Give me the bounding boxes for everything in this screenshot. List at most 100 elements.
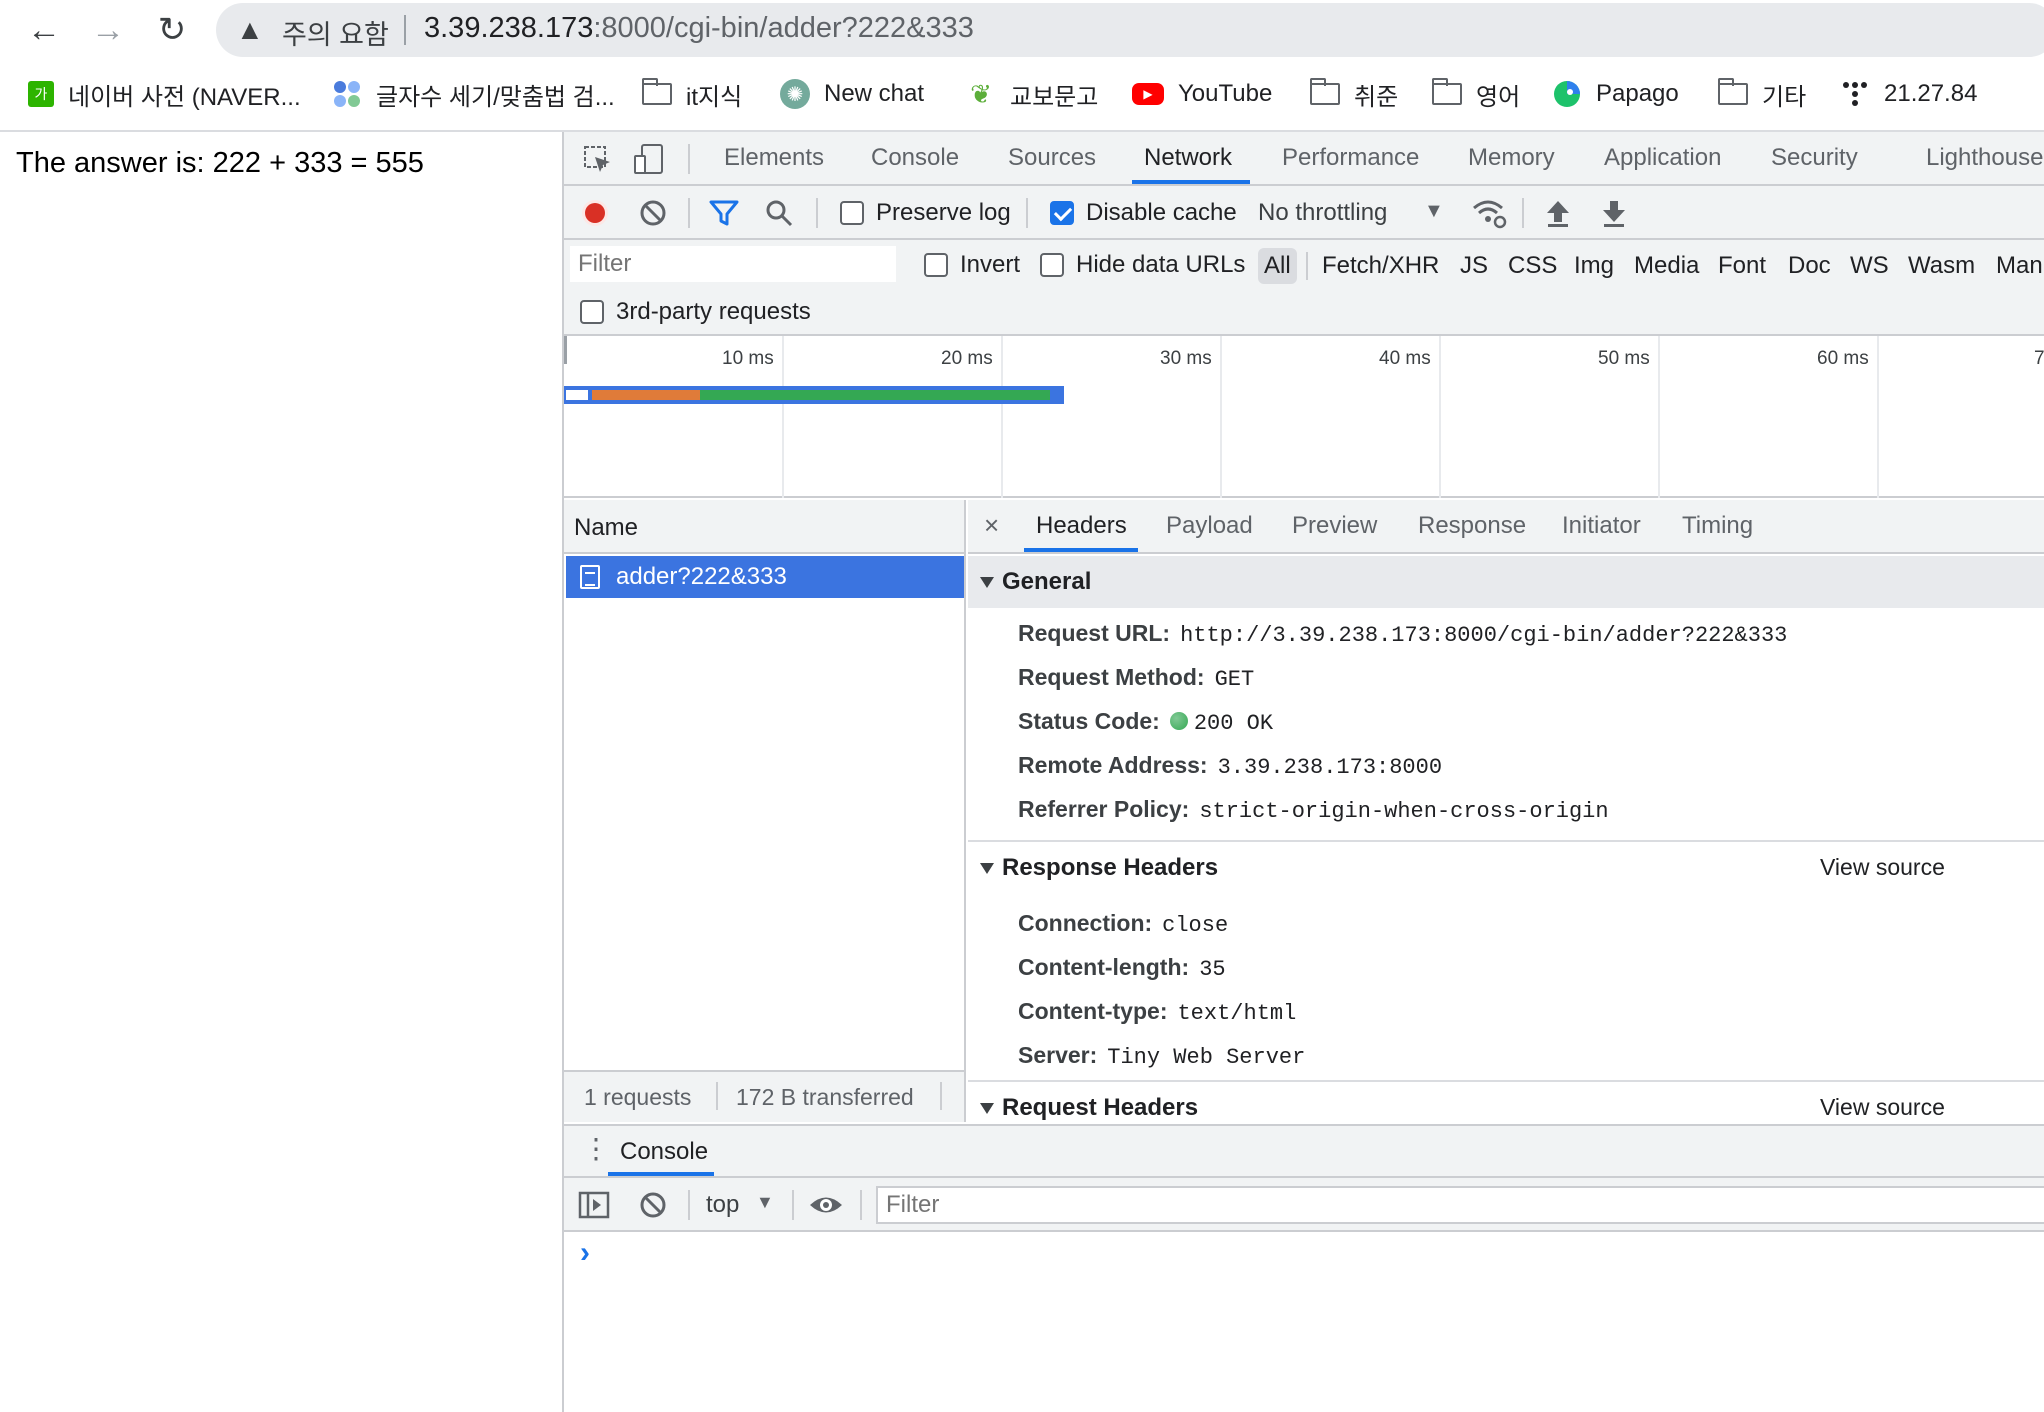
warning-icon[interactable]: ▲	[236, 14, 264, 46]
tab-performance[interactable]: Performance	[1282, 144, 1419, 172]
tab-elements[interactable]: Elements	[724, 144, 824, 172]
network-conditions-icon[interactable]	[1470, 196, 1508, 230]
type-filter-fetch-xhr[interactable]: Fetch/XHR	[1316, 248, 1445, 284]
name-column-header[interactable]: Name	[564, 500, 964, 554]
third-party-label[interactable]: 3rd-party requests	[616, 298, 811, 326]
type-filter-all[interactable]: All	[1258, 248, 1297, 284]
chevron-down-icon[interactable]: ▼	[1424, 200, 1444, 223]
bookmark-new-chat[interactable]: ✺ New chat	[780, 74, 924, 114]
waterfall-waiting	[592, 390, 700, 400]
address-bar[interactable]: ▲ 주의 요함 3.39.238.173:8000/cgi-bin/adder?…	[216, 3, 2044, 57]
tab-network[interactable]: Network	[1144, 144, 1232, 172]
bookmark-papago[interactable]: Papago	[1552, 74, 1679, 114]
request-headers-section-header[interactable]: Request Headers View source	[968, 1082, 2044, 1122]
disable-cache-checkbox[interactable]	[1050, 201, 1074, 225]
record-icon[interactable]	[580, 198, 610, 228]
back-button[interactable]: ←	[22, 8, 66, 52]
devtools-tab-bar: Elements Console Sources Network Perform…	[564, 132, 2044, 186]
hide-data-urls-label[interactable]: Hide data URLs	[1076, 251, 1245, 279]
status-separator	[940, 1082, 942, 1110]
preserve-log-label[interactable]: Preserve log	[876, 199, 1011, 227]
bookmark-english-folder[interactable]: 영어	[1432, 74, 1520, 114]
detail-tab-preview[interactable]: Preview	[1292, 512, 1377, 540]
console-output[interactable]: ›	[564, 1232, 2044, 1412]
console-prompt-icon[interactable]: ›	[580, 1236, 590, 1270]
import-har-icon[interactable]	[1544, 198, 1572, 228]
request-view-source-link[interactable]: View source	[1820, 1094, 1945, 1121]
preserve-log-checkbox[interactable]	[840, 201, 864, 225]
disable-cache-label[interactable]: Disable cache	[1086, 199, 1237, 227]
request-name: adder?222&333	[616, 563, 787, 590]
folder-icon	[1432, 78, 1462, 105]
detail-tab-response[interactable]: Response	[1418, 512, 1526, 540]
expand-triangle-icon	[980, 863, 994, 875]
inspect-element-icon[interactable]	[582, 144, 614, 176]
response-headers-section-header[interactable]: Response Headers View source	[968, 842, 2044, 894]
request-row[interactable]: adder?222&333	[566, 556, 964, 598]
bookmark-youtube[interactable]: ▶ YouTube	[1132, 74, 1272, 114]
type-filter-wasm[interactable]: Wasm	[1902, 248, 1981, 284]
search-icon[interactable]	[764, 198, 794, 228]
response-view-source-link[interactable]: View source	[1820, 854, 1945, 881]
type-filter-css[interactable]: CSS	[1502, 248, 1563, 284]
active-tab-indicator	[1132, 180, 1250, 184]
type-filter-ws[interactable]: WS	[1844, 248, 1895, 284]
bookmark-etc-folder[interactable]: 기타	[1718, 74, 1806, 114]
network-overview[interactable]: 10 ms 20 ms 30 ms 40 ms 50 ms 60 ms 7	[564, 336, 2044, 498]
general-remote-address: Remote Address: 3.39.238.173:8000	[1018, 752, 1443, 780]
detail-tab-initiator[interactable]: Initiator	[1562, 512, 1641, 540]
live-expression-eye-icon[interactable]	[808, 1190, 844, 1220]
tab-security[interactable]: Security	[1771, 144, 1858, 172]
timeline-start-marker	[564, 336, 567, 364]
address-separator	[404, 15, 406, 45]
response-header-connection: Connection: close	[1018, 910, 1229, 938]
tab-application[interactable]: Application	[1604, 144, 1721, 172]
detail-tab-payload[interactable]: Payload	[1166, 512, 1253, 540]
bookmark-naver-dict[interactable]: 가 네이버 사전 (NAVER...	[28, 74, 301, 114]
bookmark-kyobo[interactable]: ❦ 교보문고	[966, 74, 1098, 114]
drawer-tab-console[interactable]: Console	[620, 1138, 708, 1166]
hide-data-urls-checkbox[interactable]	[1040, 253, 1064, 277]
type-filter-media[interactable]: Media	[1628, 248, 1705, 284]
reload-button[interactable]: ↻	[150, 8, 194, 52]
bookmark-char-count[interactable]: 글자수 세기/맞춤법 검...	[332, 74, 615, 114]
tab-lighthouse[interactable]: Lighthouse	[1926, 144, 2043, 172]
type-filter-font[interactable]: Font	[1712, 248, 1772, 284]
clear-icon[interactable]	[638, 198, 668, 228]
network-filter-input[interactable]	[570, 246, 896, 282]
type-filter-manifest[interactable]: Man	[1990, 248, 2044, 284]
bookmark-ip[interactable]: 21.27.84	[1840, 74, 1977, 114]
tab-separator	[688, 144, 690, 174]
forward-button[interactable]: →	[86, 8, 130, 52]
console-clear-icon[interactable]	[638, 1190, 668, 1220]
console-sidebar-icon[interactable]	[578, 1190, 610, 1220]
url-text[interactable]: 3.39.238.173:8000/cgi-bin/adder?222&333	[424, 12, 974, 45]
bookmark-it-folder[interactable]: it지식	[642, 74, 742, 114]
drawer-tab-bar: ⋮ Console	[564, 1124, 2044, 1178]
third-party-checkbox[interactable]	[580, 300, 604, 324]
invert-checkbox[interactable]	[924, 253, 948, 277]
bookmark-job-folder[interactable]: 취준	[1310, 74, 1398, 114]
type-filter-img[interactable]: Img	[1568, 248, 1620, 284]
chevron-down-icon[interactable]: ▼	[756, 1192, 774, 1213]
detail-tab-timing[interactable]: Timing	[1682, 512, 1753, 540]
security-label[interactable]: 주의 요함	[282, 13, 389, 52]
export-har-icon[interactable]	[1600, 198, 1628, 228]
more-tools-icon[interactable]: ⋮	[582, 1134, 610, 1164]
close-icon[interactable]: ×	[984, 510, 999, 541]
type-filter-js[interactable]: JS	[1454, 248, 1494, 284]
type-filter-doc[interactable]: Doc	[1782, 248, 1837, 284]
filter-icon[interactable]	[708, 198, 740, 228]
general-section-header[interactable]: General	[968, 556, 2044, 608]
tab-sources[interactable]: Sources	[1008, 144, 1096, 172]
console-context-select[interactable]: top	[706, 1191, 739, 1219]
naver-dict-icon: 가	[28, 81, 54, 107]
folder-icon	[1718, 78, 1748, 105]
invert-label[interactable]: Invert	[960, 251, 1020, 279]
tab-console[interactable]: Console	[871, 144, 959, 172]
tab-memory[interactable]: Memory	[1468, 144, 1555, 172]
device-toolbar-icon[interactable]	[632, 142, 666, 176]
throttling-select[interactable]: No throttling	[1258, 199, 1387, 227]
detail-tab-headers[interactable]: Headers	[1036, 512, 1127, 540]
console-filter-input[interactable]	[876, 1186, 2044, 1224]
